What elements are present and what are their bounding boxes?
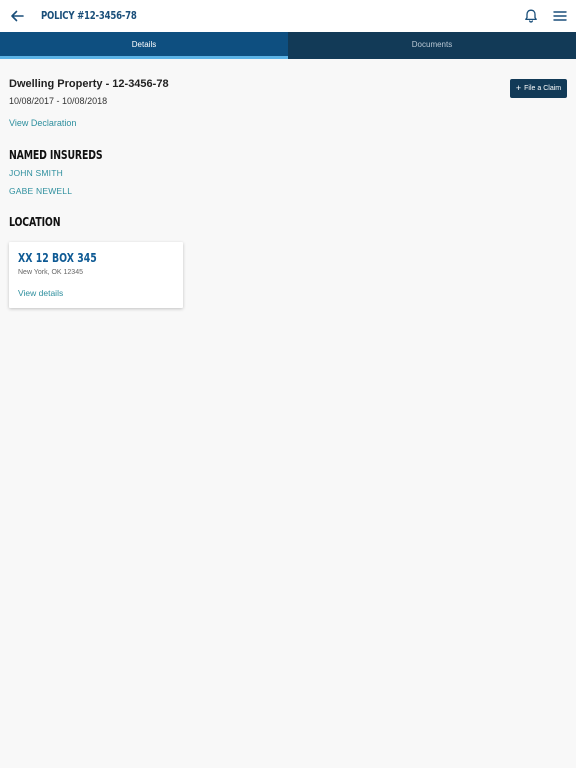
tab-documents[interactable]: Documents	[288, 32, 576, 59]
named-insured-item[interactable]: JOHN SMITH	[9, 168, 63, 178]
tab-details[interactable]: Details	[0, 32, 288, 59]
file-claim-label: File a Claim	[524, 85, 562, 92]
property-title: Dwelling Property - 12-3456-78	[9, 78, 169, 90]
page-title: POLICY #12-3456-78	[41, 9, 137, 22]
hamburger-menu-icon[interactable]	[552, 8, 568, 24]
policy-dates: 10/08/2017 - 10/08/2018	[9, 96, 108, 106]
location-card: XX 12 BOX 345 New York, OK 12345 View de…	[9, 242, 183, 308]
location-card-title: XX 12 BOX 345	[18, 251, 97, 265]
named-insured-item[interactable]: GABE NEWELL	[9, 186, 72, 196]
view-declaration-link[interactable]: View Declaration	[9, 118, 76, 128]
file-claim-button[interactable]: + File a Claim	[510, 79, 567, 98]
named-insureds-heading: NAMED INSUREDS	[9, 148, 103, 162]
location-heading: LOCATION	[9, 215, 61, 229]
view-details-link[interactable]: View details	[18, 288, 63, 298]
plus-icon: +	[515, 83, 522, 93]
arrow-left-icon[interactable]	[8, 7, 26, 25]
top-bar: POLICY #12-3456-78	[0, 0, 576, 32]
bell-icon[interactable]	[522, 7, 540, 25]
tab-bar: Details Documents	[0, 32, 576, 59]
location-card-address: New York, OK 12345	[18, 269, 83, 276]
